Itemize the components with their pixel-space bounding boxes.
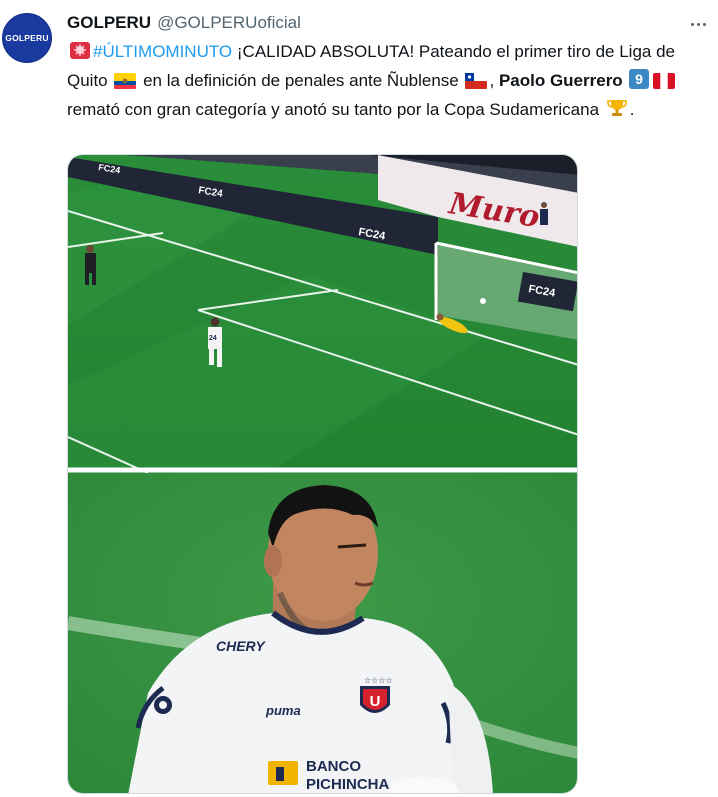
tweet-header: GOLPERU @GOLPERUoficial [67, 13, 301, 35]
player-name: Paolo Guerrero [498, 71, 623, 90]
keycap-number: 9 [636, 71, 644, 87]
tweet-media[interactable]: FC24 FC24 FC24 Muro FC24 24 CHERY U ☆☆☆☆… [67, 154, 578, 794]
sponsor-line1: BANCO [306, 758, 361, 775]
chest-sponsor: CHERY [216, 638, 266, 654]
ecuador-flag-icon [114, 71, 137, 97]
kicker-number: 24 [209, 335, 217, 342]
keycap-nine-icon: 9 [629, 69, 650, 97]
tweet-text-part2: en la definición de penales ante Ñublens… [138, 71, 464, 90]
rotating-light-icon [69, 40, 91, 68]
user-handle[interactable]: @GOLPERUoficial [157, 13, 301, 33]
tweet-text-part3: , [489, 71, 499, 90]
avatar[interactable]: GOLPERU [2, 13, 52, 63]
tweet-text-part4: remató con gran categoría y anotó su tan… [67, 100, 604, 119]
trophy-icon [606, 98, 628, 126]
more-horizontal-icon[interactable] [686, 12, 710, 36]
display-name[interactable]: GOLPERU [67, 13, 151, 33]
svg-text:☆☆☆☆: ☆☆☆☆ [364, 676, 393, 685]
kit-brand: puma [265, 703, 301, 718]
sponsor-line2: PICHINCHA [306, 776, 390, 793]
chile-flag-icon [465, 71, 488, 97]
penalty-kick-photo[interactable]: FC24 FC24 FC24 Muro FC24 24 [68, 155, 578, 473]
avatar-text: GOLPERU [5, 33, 49, 43]
player-closeup-photo[interactable]: CHERY U ☆☆☆☆ puma BANCO PICHINCHA [68, 473, 578, 794]
peru-flag-icon [653, 71, 676, 97]
crest-letter: U [370, 693, 381, 710]
hashtag-link[interactable]: #ÚLTIMOMINUTO [93, 42, 232, 61]
tweet-text: #ÚLTIMOMINUTO ¡CALIDAD ABSOLUTA! Pateand… [67, 39, 692, 126]
tweet-text-part5: . [629, 100, 635, 119]
